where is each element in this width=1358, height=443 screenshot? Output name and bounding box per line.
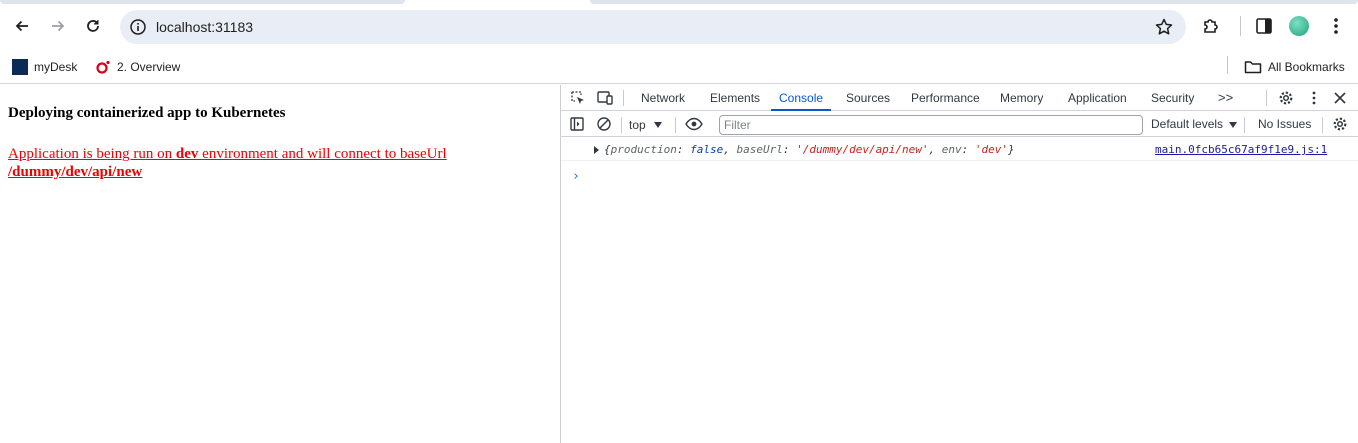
object-value: false: [690, 143, 724, 156]
object-key: env: [941, 143, 962, 156]
extensions-button[interactable]: [1199, 14, 1223, 38]
reload-button[interactable]: [79, 12, 107, 40]
context-label: top: [629, 118, 646, 132]
folder-icon: [1244, 61, 1262, 74]
message-url: /dummy/dev/api/new: [8, 164, 143, 180]
devtools-panel: Network Elements Console Sources Perform…: [560, 85, 1358, 443]
source-link[interactable]: main.0fcb65c67af9f1e9.js:1: [1155, 143, 1327, 156]
toolbar-divider: [1322, 117, 1323, 133]
message-middle: environment and will connect to baseUrl: [198, 146, 447, 162]
devtools-close-button[interactable]: [1331, 89, 1349, 107]
more-tabs-button[interactable]: >>: [1210, 85, 1241, 111]
tab-console[interactable]: Console: [771, 85, 832, 111]
console-object-preview[interactable]: {production: false, baseUrl: '/dummy/dev…: [604, 143, 1015, 156]
tab-application[interactable]: Application: [1060, 85, 1135, 111]
tab-divider: [1266, 90, 1267, 106]
morgan-stanley-logo-icon: [12, 59, 28, 75]
console-settings-button[interactable]: [1331, 115, 1349, 133]
tab-sources[interactable]: Sources: [838, 85, 898, 111]
tab-strip-edge: [590, 0, 1358, 4]
console-sidebar-toggle[interactable]: [568, 115, 586, 133]
console-prompt[interactable]: ›: [572, 169, 580, 184]
tab-memory[interactable]: Memory: [992, 85, 1051, 111]
arrow-right-icon: [52, 20, 65, 32]
brace: {: [604, 143, 611, 156]
arrow-left-icon: [15, 20, 28, 32]
console-filter-input[interactable]: Filter: [719, 115, 1143, 135]
context-selector[interactable]: top: [629, 116, 662, 134]
message-prefix: Application is being run on: [8, 146, 176, 162]
address-url[interactable]: localhost:31183: [156, 19, 253, 35]
inspect-element-button[interactable]: [569, 89, 587, 107]
console-toolbar: top Filter Default levels No Issues: [561, 112, 1358, 137]
sidebar-toggle-icon: [570, 117, 584, 131]
side-panel-icon: [1256, 18, 1272, 34]
bookmark-mydesk[interactable]: myDesk: [12, 56, 77, 78]
log-levels-dropdown[interactable]: Default levels: [1151, 117, 1238, 131]
clear-console-button[interactable]: [595, 115, 613, 133]
toolbar-divider: [621, 117, 622, 133]
address-bar[interactable]: localhost:31183: [120, 10, 1186, 44]
red-ring-icon: [96, 60, 110, 74]
web-page: Deploying containerized app to Kubernete…: [0, 85, 560, 443]
kebab-menu-icon: [1312, 91, 1316, 105]
page-heading: Deploying containerized app to Kubernete…: [8, 105, 286, 121]
close-icon: [1334, 92, 1346, 104]
clear-icon: [597, 117, 611, 131]
tab-strip-edge: [0, 0, 405, 4]
bookmarks-bar: myDesk 2. Overview All Bookmarks: [0, 50, 1358, 84]
gear-icon: [1333, 117, 1347, 131]
inspect-cursor-icon: [571, 91, 584, 104]
object-value: 'dev': [974, 143, 1009, 156]
issues-counter[interactable]: No Issues: [1258, 117, 1311, 131]
environment-message: Application is being run on dev environm…: [8, 145, 528, 181]
object-key: production: [610, 143, 677, 156]
bookmark-star-icon[interactable]: [1154, 17, 1174, 37]
side-panel-button[interactable]: [1252, 14, 1276, 38]
devtools-menu-button[interactable]: [1305, 89, 1323, 107]
forward-button[interactable]: [44, 12, 72, 40]
back-button[interactable]: [8, 12, 36, 40]
dropdown-arrow-icon: [653, 122, 662, 128]
tab-network[interactable]: Network: [633, 85, 693, 111]
levels-label: Default levels: [1151, 117, 1224, 131]
reload-icon: [87, 20, 99, 32]
device-icon: [597, 91, 613, 105]
tab-performance[interactable]: Performance: [903, 85, 988, 111]
browser-menu-button[interactable]: [1324, 14, 1348, 38]
object-value: '/dummy/dev/api/new': [796, 143, 929, 156]
eye-icon: [685, 117, 703, 131]
expand-triangle-icon[interactable]: [594, 146, 599, 154]
devtools-tab-bar: Network Elements Console Sources Perform…: [561, 85, 1358, 111]
kebab-menu-icon: [1334, 18, 1338, 34]
browser-toolbar: localhost:31183: [0, 0, 1358, 50]
bookmark-overview[interactable]: 2. Overview: [95, 56, 180, 78]
console-message: {production: false, baseUrl: '/dummy/dev…: [561, 139, 1358, 161]
bookmark-label: 2. Overview: [117, 60, 181, 74]
bookmark-label: myDesk: [34, 60, 78, 74]
puzzle-icon: [1204, 19, 1218, 33]
tab-divider: [623, 90, 624, 106]
tab-elements[interactable]: Elements: [702, 85, 768, 111]
toolbar-divider: [1240, 16, 1241, 36]
all-bookmarks-button[interactable]: All Bookmarks: [1244, 56, 1345, 78]
toolbar-divider: [1244, 117, 1245, 133]
dropdown-arrow-icon: [1229, 122, 1238, 128]
live-expression-button[interactable]: [685, 115, 703, 133]
gear-icon: [1279, 91, 1293, 105]
device-toolbar-button[interactable]: [596, 89, 614, 107]
devtools-settings-button[interactable]: [1277, 89, 1295, 107]
object-key: baseUrl: [736, 143, 783, 156]
tab-security[interactable]: Security: [1143, 85, 1202, 111]
brace: }: [1008, 143, 1015, 156]
site-info-icon[interactable]: [129, 18, 147, 36]
bookmarks-divider: [1227, 56, 1228, 74]
profile-avatar[interactable]: [1289, 16, 1309, 36]
toolbar-divider: [675, 117, 676, 133]
all-bookmarks-label: All Bookmarks: [1268, 60, 1345, 74]
message-env: dev: [175, 146, 199, 162]
